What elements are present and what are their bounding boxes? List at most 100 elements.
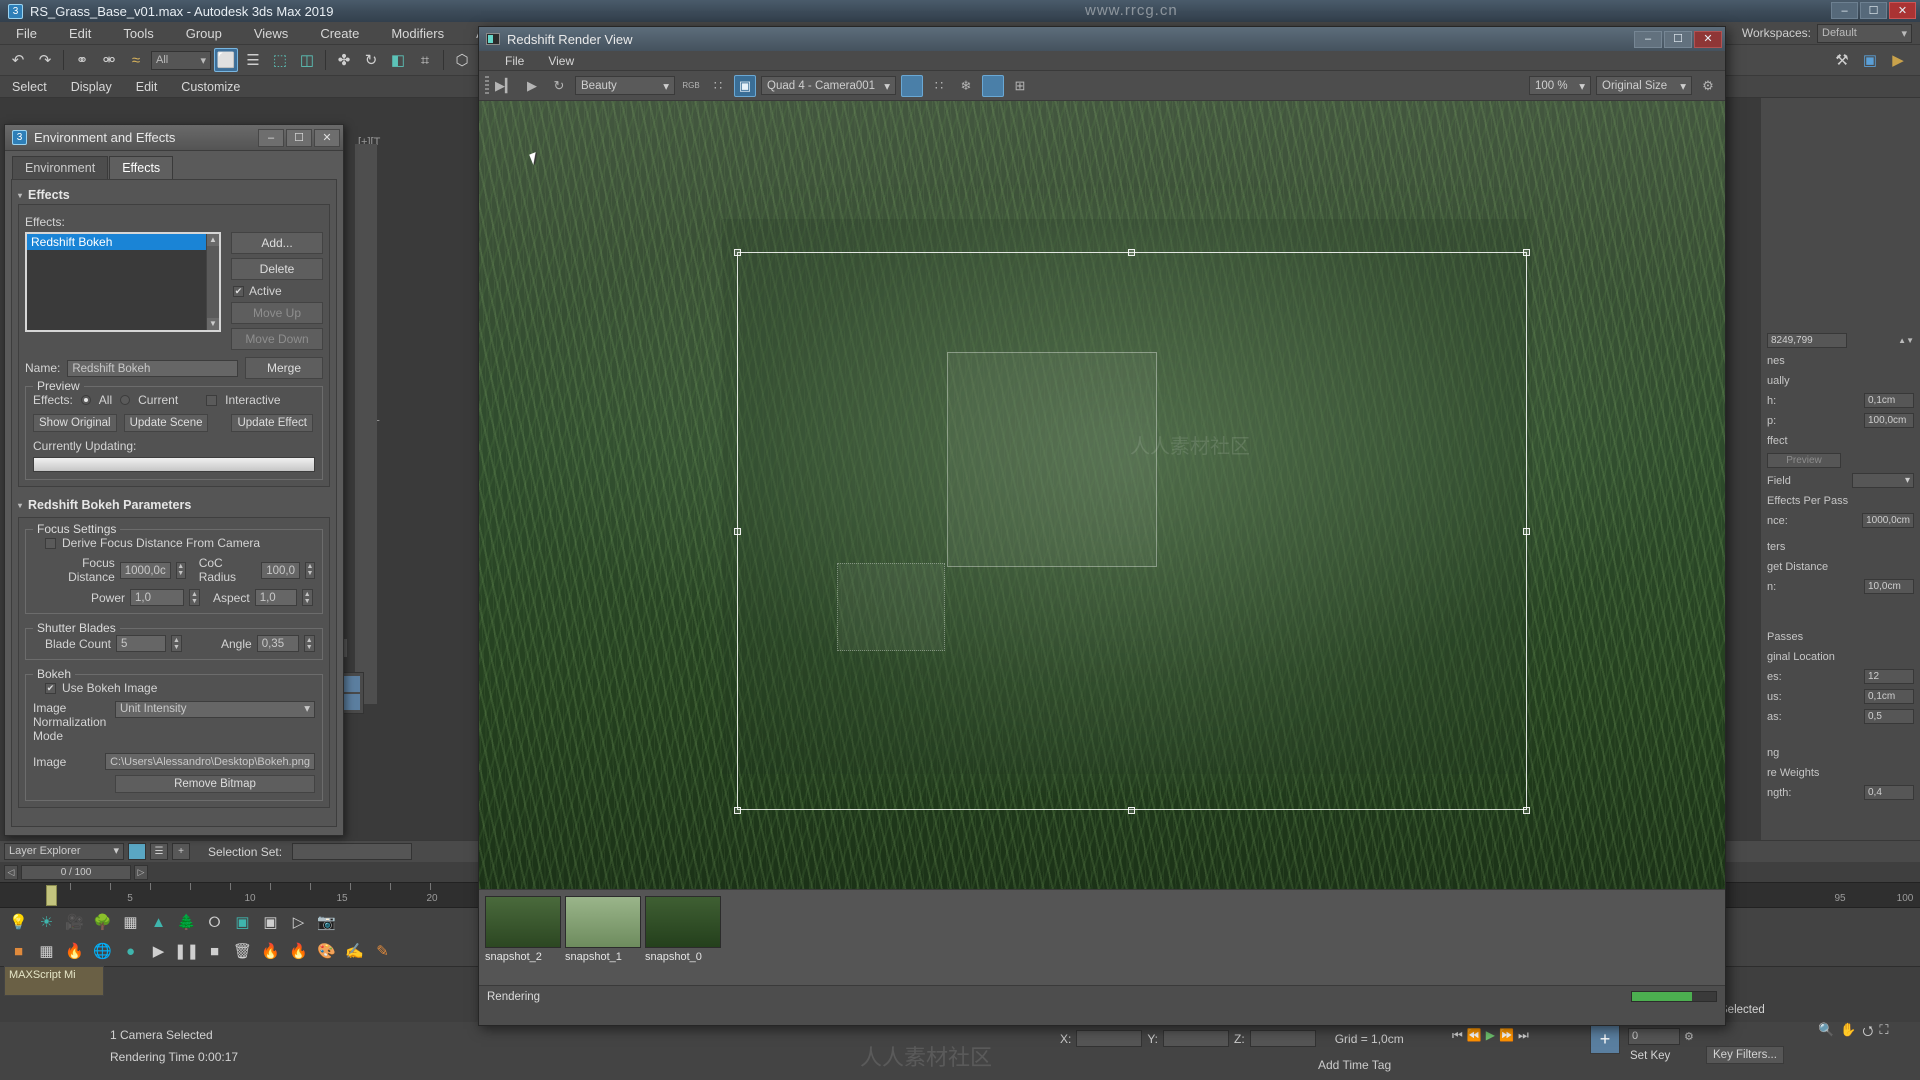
snapshot-icon[interactable]: ∷	[928, 75, 950, 97]
play-animation-icon[interactable]: ▶	[149, 942, 168, 961]
brush-icon[interactable]: ✎	[373, 942, 392, 961]
cmd-row-7[interactable]: Effects Per Pass	[1767, 492, 1914, 509]
rectangular-selection-region-icon[interactable]: ⬚	[268, 48, 292, 72]
reference-coordinate-icon[interactable]: ⌗	[413, 48, 437, 72]
power-field[interactable]: 1,0	[130, 589, 184, 606]
select-object-icon[interactable]: ⬜	[214, 48, 238, 72]
update-effect-button[interactable]: Update Effect	[231, 414, 313, 432]
alpha-grid-icon[interactable]: ∷	[707, 75, 729, 97]
aspect-spinner[interactable]: ▲ ▼	[301, 589, 313, 606]
cmd-row-4[interactable]: ffect	[1767, 432, 1914, 449]
angle-spinner[interactable]: ▲ ▼	[303, 635, 315, 652]
cmd-row-12[interactable]: Passes	[1767, 628, 1914, 645]
cmd-value-19[interactable]: 0,4	[1864, 785, 1914, 800]
cmd-row-5[interactable]: Preview	[1767, 452, 1914, 469]
menu2-display[interactable]: Display	[59, 76, 124, 98]
coc-radius-spinner[interactable]: ▲ ▼	[305, 561, 315, 579]
region-handle-tl[interactable]	[734, 249, 741, 256]
select-and-rotate-icon[interactable]: ↻	[359, 48, 383, 72]
next-frame-button[interactable]: ▷	[134, 864, 148, 880]
cmd-value-6[interactable]: ▾	[1852, 473, 1914, 488]
select-by-name-icon[interactable]: ☰	[241, 48, 265, 72]
bokeh-image-path-field[interactable]: C:\Users\Alessandro\Desktop\Bokeh.png	[105, 753, 315, 770]
key-toggle-icon[interactable]: ⚙	[1684, 1030, 1694, 1043]
cmd-row-14[interactable]: es: 12	[1767, 668, 1914, 685]
next-key-icon[interactable]: ⏩	[1499, 1028, 1514, 1043]
use-bokeh-image-checkbox[interactable]: ✔	[45, 682, 56, 694]
menu-file[interactable]: File	[0, 22, 53, 45]
globe-icon[interactable]: 🌐	[93, 942, 112, 961]
zoom-level-combo[interactable]: 100 % ▾	[1529, 76, 1591, 95]
move-down-button[interactable]: Move Down	[231, 328, 323, 350]
menu-views[interactable]: Views	[238, 22, 304, 45]
previous-frame-button[interactable]: ◁	[4, 864, 18, 880]
select-and-move-icon[interactable]: ✤	[332, 48, 356, 72]
railclone-icon[interactable]: ⭘	[205, 913, 224, 932]
focus-distance-field[interactable]: 1000,0c	[119, 561, 171, 579]
cmd-row-3[interactable]: p: 100,0cm	[1767, 412, 1914, 429]
env-maximize-button[interactable]: ☐	[286, 128, 312, 147]
window-crossing-icon[interactable]: ◫	[295, 48, 319, 72]
palette-icon[interactable]: 🎨	[317, 942, 336, 961]
env-minimize-button[interactable]: –	[258, 128, 284, 147]
render-production-icon[interactable]: ▶	[1886, 48, 1910, 72]
cmd-row-8249[interactable]: 8249,799 ▲▼	[1767, 332, 1914, 349]
refresh-icon[interactable]: ↻	[548, 75, 570, 97]
menu-modifiers[interactable]: Modifiers	[375, 22, 460, 45]
lock-camera-icon[interactable]	[901, 74, 923, 97]
angle-field[interactable]: 0,35	[256, 635, 299, 652]
play-panel-icon[interactable]: ▷	[289, 913, 308, 932]
layers-copy-icon[interactable]: ▣	[233, 913, 252, 932]
paint-icon[interactable]: ✍	[345, 942, 364, 961]
rs-menu-view[interactable]: View	[536, 51, 586, 71]
redo-icon[interactable]: ↷	[33, 48, 57, 72]
gear-icon[interactable]: ⚙	[1697, 75, 1719, 97]
tab-effects[interactable]: Effects	[109, 156, 174, 179]
start-render-icon[interactable]: ▶	[521, 75, 543, 97]
cmd-value-16[interactable]: 0,5	[1864, 709, 1914, 724]
select-and-scale-icon[interactable]: ◧	[386, 48, 410, 72]
cmd-value-2[interactable]: 0,1cm	[1864, 393, 1914, 408]
rs-maximize-button[interactable]: ☐	[1664, 30, 1692, 48]
region-handle-mr[interactable]	[1523, 528, 1530, 535]
coc-radius-field[interactable]: 100,0	[261, 561, 300, 579]
tab-environment[interactable]: Environment	[12, 156, 109, 179]
render-flame-icon[interactable]: 🔥	[261, 942, 280, 961]
focus-distance-spinner[interactable]: ▲ ▼	[175, 561, 186, 579]
cmd-row-0[interactable]: nes	[1767, 352, 1914, 369]
show-original-button[interactable]: Show Original	[33, 414, 117, 432]
effects-list-scrollbar[interactable]: ▲ ▼	[206, 234, 219, 330]
snapshot-thumbnail[interactable]	[645, 896, 721, 948]
play-button-icon[interactable]: ▶	[1486, 1028, 1495, 1043]
z-field[interactable]	[1249, 1030, 1316, 1047]
maximize-viewport-icon[interactable]: ⛶	[1879, 1022, 1888, 1044]
menu-group[interactable]: Group	[170, 22, 238, 45]
render-icon[interactable]: ▶▎	[494, 75, 516, 97]
cmd-value-15[interactable]: 0,1cm	[1864, 689, 1914, 704]
preview-button[interactable]: Preview	[1767, 453, 1841, 468]
snapshot-item[interactable]: snapshot_2	[485, 896, 561, 963]
snapshot-thumbnail[interactable]	[565, 896, 641, 948]
cmd-row-16[interactable]: as: 0,5	[1767, 708, 1914, 725]
add-snapshot-icon[interactable]: ⊞	[1009, 75, 1031, 97]
menu-edit[interactable]: Edit	[53, 22, 107, 45]
rs-menu-file[interactable]: File	[493, 51, 536, 71]
close-button[interactable]: ✕	[1889, 2, 1916, 19]
forest-pack-icon[interactable]: 🌲	[177, 913, 196, 932]
clear-icon[interactable]: ❄	[955, 75, 977, 97]
bind-space-warp-icon[interactable]: ≈	[124, 48, 148, 72]
cmd-value-3[interactable]: 100,0cm	[1864, 413, 1914, 428]
effects-rollout-header[interactable]: ▾ Effects	[18, 186, 330, 204]
camera-add-icon[interactable]: 📷	[317, 913, 336, 932]
list-item[interactable]: Redshift Bokeh	[27, 234, 219, 250]
cmd-row-17[interactable]: ng	[1767, 744, 1914, 761]
cmd-row-18[interactable]: re Weights	[1767, 764, 1914, 781]
key-mode-add-button[interactable]: +	[1590, 1024, 1620, 1054]
stop-icon[interactable]: ■	[205, 942, 224, 961]
redshift-render-view-window[interactable]: Redshift Render View – ☐ ✕ File View ▶▎ …	[478, 26, 1726, 1026]
menu-create[interactable]: Create	[304, 22, 375, 45]
undo-icon[interactable]: ↶	[6, 48, 30, 72]
blade-count-field[interactable]: 5	[116, 635, 166, 652]
snapshot-thumbnail[interactable]	[485, 896, 561, 948]
camera-combo[interactable]: Quad 4 - Camera001 ▾	[761, 76, 896, 95]
